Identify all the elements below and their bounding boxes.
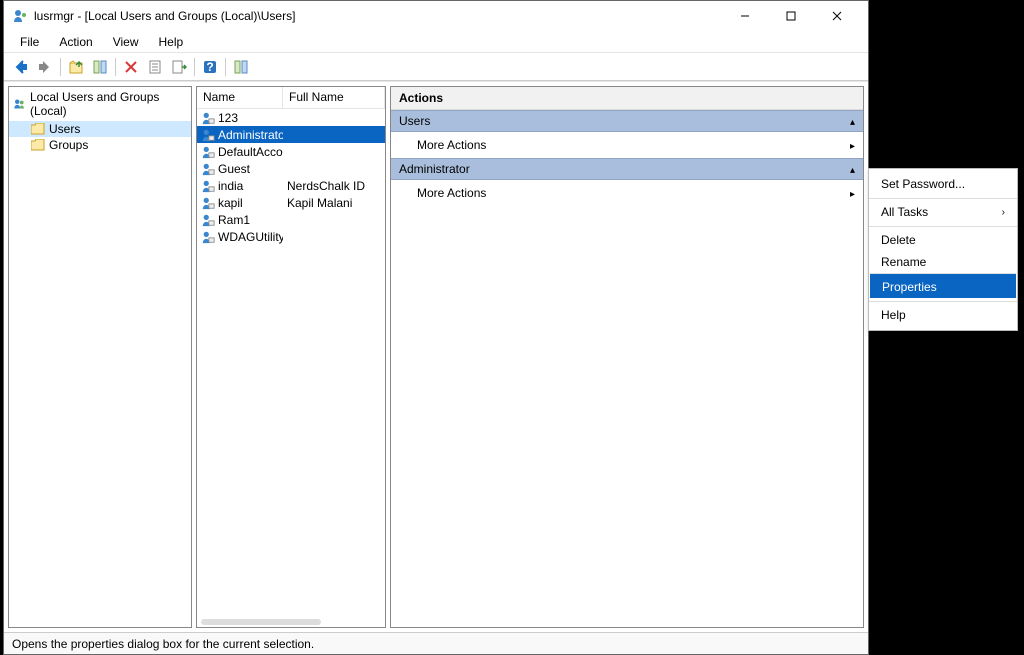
user-row[interactable]: DefaultAcco...	[197, 143, 385, 160]
user-name: DefaultAcco...	[218, 145, 283, 159]
chevron-right-icon	[850, 138, 855, 152]
maximize-button[interactable]	[768, 1, 814, 31]
ctx-help[interactable]: Help	[869, 301, 1017, 326]
actions-pane: Actions Users More Actions Administrator…	[390, 86, 864, 628]
user-row[interactable]: Administrator	[197, 126, 385, 143]
action-group-label: Users	[399, 114, 430, 128]
tree-pane: Local Users and Groups (Local) Users Gro…	[8, 86, 192, 628]
action-item-label: More Actions	[417, 186, 486, 200]
column-fullname[interactable]: Full Name	[283, 87, 385, 108]
horizontal-scrollbar[interactable]	[201, 619, 321, 625]
user-row[interactable]: Ram1	[197, 211, 385, 228]
menu-file[interactable]: File	[12, 33, 47, 51]
folder-icon	[31, 139, 45, 151]
action-more-users[interactable]: More Actions	[391, 132, 863, 158]
app-icon	[12, 8, 28, 24]
user-name: Administrator	[218, 128, 283, 142]
minimize-button[interactable]	[722, 1, 768, 31]
context-menu: Set Password... All Tasks › Delete Renam…	[868, 168, 1018, 331]
chevron-right-icon	[850, 186, 855, 200]
ctx-set-password[interactable]: Set Password...	[869, 173, 1017, 195]
ctx-delete[interactable]: Delete	[869, 226, 1017, 251]
tree-groups-label: Groups	[49, 138, 88, 152]
detail-pane: Name Full Name 123 Administrator DefaultAc…	[196, 86, 386, 628]
chevron-right-icon: ›	[1002, 207, 1005, 218]
window-title: lusrmgr - [Local Users and Groups (Local…	[34, 9, 722, 23]
body-area: Local Users and Groups (Local) Users Gro…	[4, 81, 868, 632]
close-button[interactable]	[814, 1, 860, 31]
separator	[225, 58, 226, 76]
user-name: kapil	[218, 196, 243, 210]
tree-root[interactable]: Local Users and Groups (Local)	[9, 87, 191, 121]
properties-button[interactable]	[144, 56, 166, 78]
user-row[interactable]: Guest	[197, 160, 385, 177]
user-fullname: NerdsChalk ID	[287, 179, 365, 193]
delete-button[interactable]	[120, 56, 142, 78]
user-row[interactable]: 123	[197, 109, 385, 126]
user-row[interactable]: WDAGUtility...	[197, 228, 385, 245]
group-icon	[13, 98, 26, 110]
status-bar: Opens the properties dialog box for the …	[4, 632, 868, 654]
separator	[194, 58, 195, 76]
window-controls	[722, 1, 860, 31]
toolbar: ?	[4, 53, 868, 81]
ctx-rename[interactable]: Rename	[869, 251, 1017, 273]
refresh-button[interactable]	[230, 56, 252, 78]
chevron-up-icon	[850, 114, 855, 128]
ctx-all-tasks[interactable]: All Tasks ›	[869, 198, 1017, 223]
menu-view[interactable]: View	[105, 33, 147, 51]
menu-action[interactable]: Action	[51, 33, 100, 51]
user-list: 123AdministratorDefaultAcco...Guestindia…	[197, 109, 385, 245]
separator	[115, 58, 116, 76]
user-name: Guest	[218, 162, 250, 176]
titlebar: lusrmgr - [Local Users and Groups (Local…	[4, 1, 868, 31]
action-item-label: More Actions	[417, 138, 486, 152]
show-hide-button[interactable]	[89, 56, 111, 78]
menubar: File Action View Help	[4, 31, 868, 53]
menu-help[interactable]: Help	[151, 33, 192, 51]
user-row[interactable]: kapil Kapil Malani	[197, 194, 385, 211]
ctx-properties[interactable]: Properties	[870, 273, 1016, 298]
action-group-users[interactable]: Users	[391, 110, 863, 132]
folder-icon	[31, 123, 45, 135]
status-text: Opens the properties dialog box for the …	[12, 637, 314, 651]
user-name: Ram1	[218, 213, 250, 227]
back-button[interactable]	[10, 56, 32, 78]
action-group-label: Administrator	[399, 162, 470, 176]
tree-users-label: Users	[49, 122, 80, 136]
forward-button[interactable]	[34, 56, 56, 78]
tree-node-users[interactable]: Users	[9, 121, 191, 137]
export-button[interactable]	[168, 56, 190, 78]
action-group-admin[interactable]: Administrator	[391, 158, 863, 180]
actions-header: Actions	[391, 87, 863, 110]
tree-node-groups[interactable]: Groups	[9, 137, 191, 153]
column-name[interactable]: Name	[197, 87, 283, 108]
up-button[interactable]	[65, 56, 87, 78]
action-more-admin[interactable]: More Actions	[391, 180, 863, 206]
tree-root-label: Local Users and Groups (Local)	[30, 90, 187, 118]
help-button[interactable]: ?	[199, 56, 221, 78]
separator	[60, 58, 61, 76]
main-window: lusrmgr - [Local Users and Groups (Local…	[3, 0, 869, 655]
user-name: WDAGUtility...	[218, 230, 283, 244]
chevron-up-icon	[850, 162, 855, 176]
user-name: india	[218, 179, 243, 193]
detail-header: Name Full Name	[197, 87, 385, 109]
svg-text:?: ?	[206, 60, 213, 74]
user-name: 123	[218, 111, 238, 125]
user-row[interactable]: india NerdsChalk ID	[197, 177, 385, 194]
user-fullname: Kapil Malani	[287, 196, 352, 210]
